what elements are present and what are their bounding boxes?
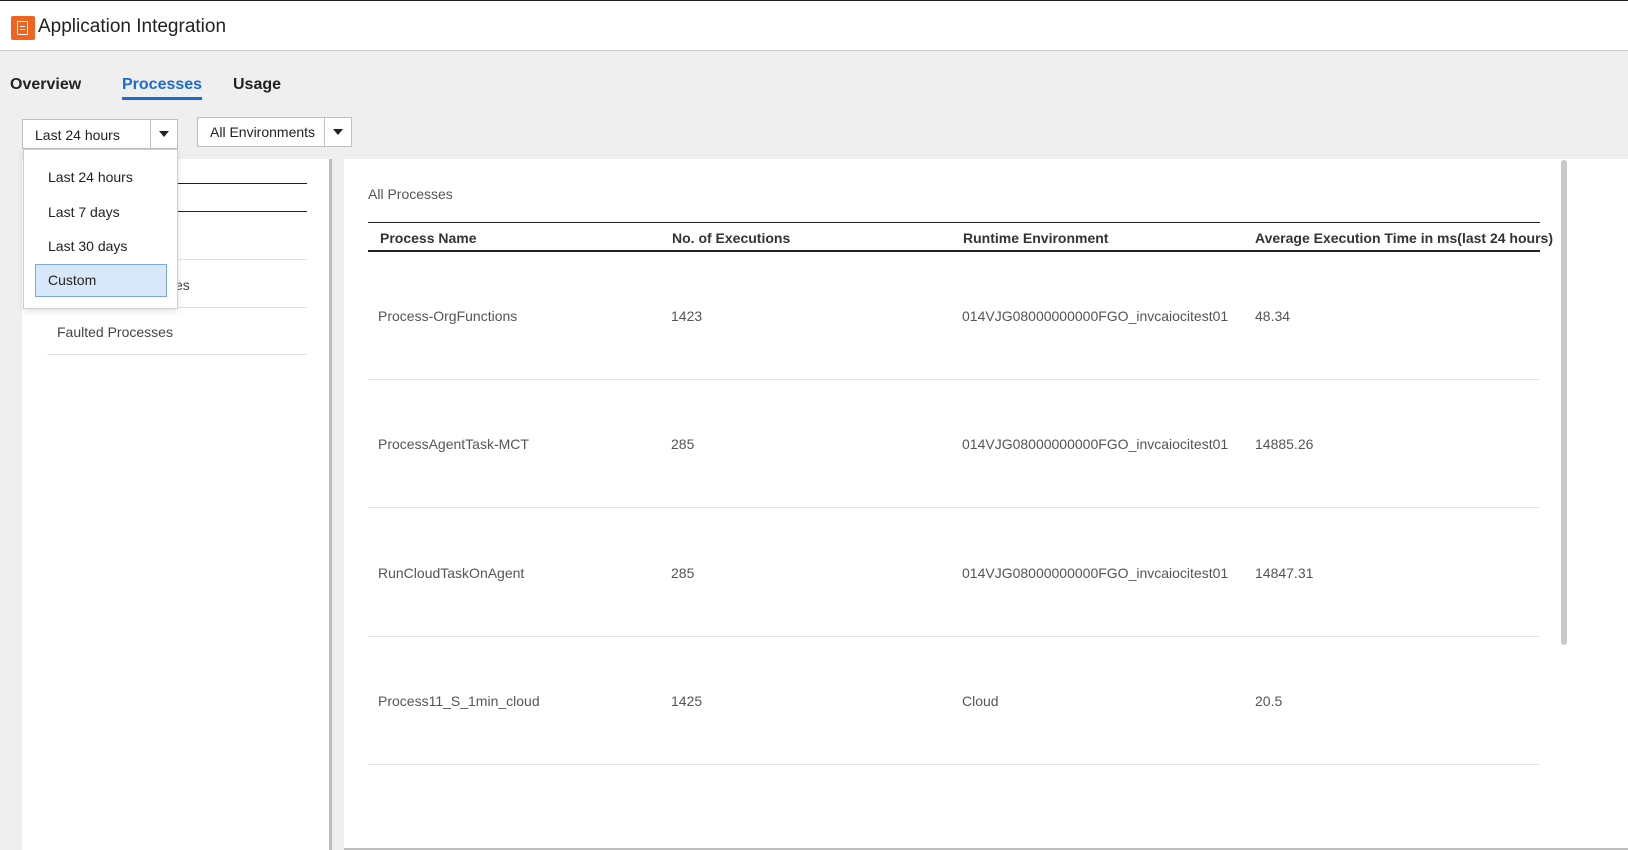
time-range-dropdown-menu: Last 24 hours Last 7 days Last 30 days C… <box>23 149 178 309</box>
cell-process-name: ProcessAgentTask-MCT <box>378 436 529 452</box>
column-header-executions[interactable]: No. of Executions <box>672 230 790 246</box>
option-custom[interactable]: Custom <box>35 264 167 297</box>
environment-value: All Environments <box>210 124 316 140</box>
table-row[interactable]: RunCloudTaskOnAgent 285 014VJG0800000000… <box>368 509 1540 637</box>
cell-process-name: Process-OrgFunctions <box>378 308 518 324</box>
cell-average-execution-time: 14885.26 <box>1255 436 1314 452</box>
tab-usage[interactable]: Usage <box>233 76 281 94</box>
table-row[interactable]: Process11_S_1min_cloud 1425 Cloud 20.5 <box>368 637 1540 765</box>
app-logo-icon <box>11 16 35 40</box>
cell-average-execution-time: 14847.31 <box>1255 565 1314 581</box>
chevron-down-icon <box>333 129 343 135</box>
divider <box>47 354 307 355</box>
left-nav-item-faulted-processes[interactable]: Faulted Processes <box>57 324 173 340</box>
cell-average-execution-time: 20.5 <box>1255 693 1283 709</box>
cell-executions: 1425 <box>671 693 703 709</box>
cell-executions: 285 <box>671 436 695 452</box>
option-last-7-days[interactable]: Last 7 days <box>35 196 167 229</box>
time-range-toggle[interactable] <box>150 120 177 148</box>
app-title: Application Integration <box>38 16 227 37</box>
cell-average-execution-time: 48.34 <box>1255 308 1291 324</box>
cell-runtime-environment: 014VJG08000000000FGO_invcaiocitest01 <box>962 436 1229 452</box>
column-header-process-name[interactable]: Process Name <box>380 230 477 246</box>
tab-processes[interactable]: Processes <box>122 76 203 100</box>
time-range-select[interactable]: Last 24 hours <box>22 119 178 149</box>
column-header-average-execution-time[interactable]: Average Execution Time in ms(last 24 hou… <box>1255 230 1553 246</box>
cell-runtime-environment: 014VJG08000000000FGO_invcaiocitest01 <box>962 308 1229 324</box>
time-range-value: Last 24 hours <box>35 127 120 143</box>
cell-process-name: Process11_S_1min_cloud <box>378 693 540 709</box>
table-row[interactable]: Process-OrgFunctions 1423 014VJG08000000… <box>368 252 1540 380</box>
cell-executions: 285 <box>671 565 695 581</box>
chevron-down-icon <box>159 131 169 137</box>
cell-process-name: RunCloudTaskOnAgent <box>378 565 525 581</box>
cell-runtime-environment: Cloud <box>962 693 999 709</box>
section-title: All Processes <box>368 186 453 202</box>
option-last-24-hours[interactable]: Last 24 hours <box>35 161 167 194</box>
vertical-scrollbar[interactable] <box>1561 160 1567 645</box>
table-row[interactable]: ProcessAgentTask-MCT 285 014VJG080000000… <box>368 380 1540 508</box>
table-header: Process Name No. of Executions Runtime E… <box>368 222 1553 252</box>
tab-overview[interactable]: Overview <box>10 76 81 94</box>
environment-select[interactable]: All Environments <box>197 117 352 147</box>
cell-executions: 1423 <box>671 308 703 324</box>
cell-runtime-environment: 014VJG08000000000FGO_invcaiocitest01 <box>962 565 1229 581</box>
environment-toggle[interactable] <box>324 118 351 146</box>
column-header-runtime-environment[interactable]: Runtime Environment <box>963 230 1108 246</box>
app-header: Application Integration <box>0 0 1628 51</box>
option-last-30-days[interactable]: Last 30 days <box>35 230 167 263</box>
